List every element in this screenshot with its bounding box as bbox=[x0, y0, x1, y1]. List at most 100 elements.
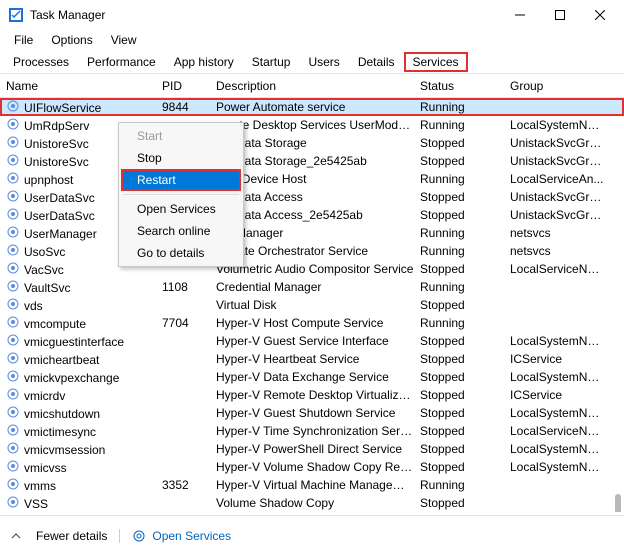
cell-group: ICService bbox=[510, 388, 610, 402]
cell-name: upnphost bbox=[24, 173, 73, 187]
menu-file[interactable]: File bbox=[6, 31, 41, 49]
table-row[interactable]: vmicvmsessionHyper-V PowerShell Direct S… bbox=[0, 440, 624, 458]
col-description[interactable]: Description bbox=[216, 79, 420, 93]
table-row[interactable]: UIFlowService9844Power Automate serviceR… bbox=[0, 98, 624, 116]
cell-desc: Hyper-V PowerShell Direct Service bbox=[216, 442, 420, 456]
table-row[interactable]: vmicheartbeatHyper-V Heartbeat ServiceSt… bbox=[0, 350, 624, 368]
cell-pid: 9844 bbox=[162, 100, 216, 114]
cell-name: vmicrdv bbox=[24, 389, 65, 403]
cell-name: UsoSvc bbox=[24, 245, 65, 259]
col-status[interactable]: Status bbox=[420, 79, 510, 93]
cell-status: Stopped bbox=[420, 496, 510, 510]
table-row[interactable]: UserManagerser ManagerRunningnetsvcs bbox=[0, 224, 624, 242]
maximize-button[interactable] bbox=[540, 1, 580, 29]
service-icon bbox=[6, 334, 20, 346]
open-services-link[interactable]: Open Services bbox=[132, 529, 231, 543]
service-icon bbox=[6, 262, 20, 274]
cell-group: UnistackSvcGro... bbox=[510, 154, 610, 168]
tab-users[interactable]: Users bbox=[299, 52, 348, 72]
table-row[interactable]: vmictimesyncHyper-V Time Synchronization… bbox=[0, 422, 624, 440]
cell-group: ICService bbox=[510, 352, 610, 366]
cell-status: Stopped bbox=[420, 460, 510, 474]
cell-desc: Volumetric Audio Compositor Service bbox=[216, 262, 420, 276]
tab-startup[interactable]: Startup bbox=[243, 52, 300, 72]
tab-services[interactable]: Services bbox=[404, 52, 468, 72]
table-row[interactable]: vmicshutdownHyper-V Guest Shutdown Servi… bbox=[0, 404, 624, 422]
ctx-restart[interactable]: Restart bbox=[121, 169, 241, 191]
ctx-stop[interactable]: Stop bbox=[121, 147, 241, 169]
cell-pid: 3352 bbox=[162, 478, 216, 492]
table-row[interactable]: VaultSvc1108Credential ManagerRunning bbox=[0, 278, 624, 296]
cell-group: UnistackSvcGro... bbox=[510, 190, 610, 204]
cell-desc: Hyper-V Time Synchronization Service bbox=[216, 424, 420, 438]
table-row[interactable]: UmRdpServemote Desktop Services UserMode… bbox=[0, 116, 624, 134]
cell-desc: Hyper-V Virtual Machine Management bbox=[216, 478, 420, 492]
table-row[interactable]: UsoSvc12696Update Orchestrator ServiceRu… bbox=[0, 242, 624, 260]
table-row[interactable]: upnphostPnP Device HostRunningLocalServi… bbox=[0, 170, 624, 188]
cell-pid: 7704 bbox=[162, 316, 216, 330]
services-table: Name PID Description Status Group UIFlow… bbox=[0, 74, 624, 512]
cell-name: VaultSvc bbox=[24, 281, 70, 295]
service-icon bbox=[6, 370, 20, 382]
cell-desc: Hyper-V Guest Shutdown Service bbox=[216, 406, 420, 420]
ctx-search-online[interactable]: Search online bbox=[121, 220, 241, 242]
cell-name: UmRdpServ bbox=[24, 119, 89, 133]
cell-group: LocalServiceNe... bbox=[510, 262, 610, 276]
open-services-label: Open Services bbox=[152, 529, 231, 543]
scrollbar-thumb[interactable] bbox=[615, 494, 621, 512]
tab-details[interactable]: Details bbox=[349, 52, 404, 72]
cell-status: Stopped bbox=[420, 154, 510, 168]
table-row[interactable]: vmicrdvHyper-V Remote Desktop Virtualiza… bbox=[0, 386, 624, 404]
col-group[interactable]: Group bbox=[510, 79, 610, 93]
table-row[interactable]: UserDataSvcser Data Access_2e5425abStopp… bbox=[0, 206, 624, 224]
cell-status: Running bbox=[420, 100, 510, 114]
service-icon bbox=[6, 496, 20, 508]
cell-status: Stopped bbox=[420, 370, 510, 384]
table-row[interactable]: vmickvpexchangeHyper-V Data Exchange Ser… bbox=[0, 368, 624, 386]
chevron-up-icon bbox=[10, 530, 22, 542]
cell-status: Stopped bbox=[420, 298, 510, 312]
service-icon bbox=[6, 208, 20, 220]
table-row[interactable]: UnistoreSvcser Data StorageStoppedUnista… bbox=[0, 134, 624, 152]
tab-processes[interactable]: Processes bbox=[4, 52, 78, 72]
service-icon bbox=[6, 316, 20, 328]
tab-apphistory[interactable]: App history bbox=[165, 52, 243, 72]
table-row[interactable]: vmms3352Hyper-V Virtual Machine Manageme… bbox=[0, 476, 624, 494]
table-row[interactable]: UserDataSvcser Data AccessStoppedUnistac… bbox=[0, 188, 624, 206]
ctx-open-services[interactable]: Open Services bbox=[121, 198, 241, 220]
ctx-go-to-details[interactable]: Go to details bbox=[121, 242, 241, 264]
cell-status: Running bbox=[420, 226, 510, 240]
tabbar: Processes Performance App history Startu… bbox=[0, 50, 624, 74]
col-name[interactable]: Name bbox=[6, 79, 162, 93]
cell-group: LocalSystemNe... bbox=[510, 442, 610, 456]
cell-group: LocalServiceNe... bbox=[510, 424, 610, 438]
titlebar: Task Manager bbox=[0, 0, 624, 30]
table-row[interactable]: vmicguestinterfaceHyper-V Guest Service … bbox=[0, 332, 624, 350]
service-icon bbox=[6, 226, 20, 238]
cell-desc: Hyper-V Guest Service Interface bbox=[216, 334, 420, 348]
table-row[interactable]: vmcompute7704Hyper-V Host Compute Servic… bbox=[0, 314, 624, 332]
cell-status: Stopped bbox=[420, 424, 510, 438]
menu-options[interactable]: Options bbox=[43, 31, 100, 49]
tab-performance[interactable]: Performance bbox=[78, 52, 165, 72]
fewer-details-button[interactable]: Fewer details bbox=[36, 529, 107, 543]
table-row[interactable]: VSSVolume Shadow CopyStopped bbox=[0, 494, 624, 512]
cell-name: UserDataSvc bbox=[24, 191, 95, 205]
cell-status: Running bbox=[420, 280, 510, 294]
service-icon bbox=[6, 424, 20, 436]
col-pid[interactable]: PID bbox=[162, 79, 216, 93]
service-icon bbox=[6, 154, 20, 166]
ctx-separator bbox=[123, 194, 239, 195]
menu-view[interactable]: View bbox=[103, 31, 145, 49]
cell-group: LocalSystemNe... bbox=[510, 370, 610, 384]
table-row[interactable]: VacSvcVolumetric Audio Compositor Servic… bbox=[0, 260, 624, 278]
service-icon bbox=[6, 442, 20, 454]
service-icon bbox=[6, 136, 20, 148]
table-row[interactable]: vdsVirtual DiskStopped bbox=[0, 296, 624, 314]
table-row[interactable]: UnistoreSvcser Data Storage_2e5425abStop… bbox=[0, 152, 624, 170]
close-button[interactable] bbox=[580, 1, 620, 29]
minimize-button[interactable] bbox=[500, 1, 540, 29]
table-row[interactable]: vmicvssHyper-V Volume Shadow Copy Reque.… bbox=[0, 458, 624, 476]
cell-status: Running bbox=[420, 478, 510, 492]
service-icon bbox=[6, 172, 20, 184]
